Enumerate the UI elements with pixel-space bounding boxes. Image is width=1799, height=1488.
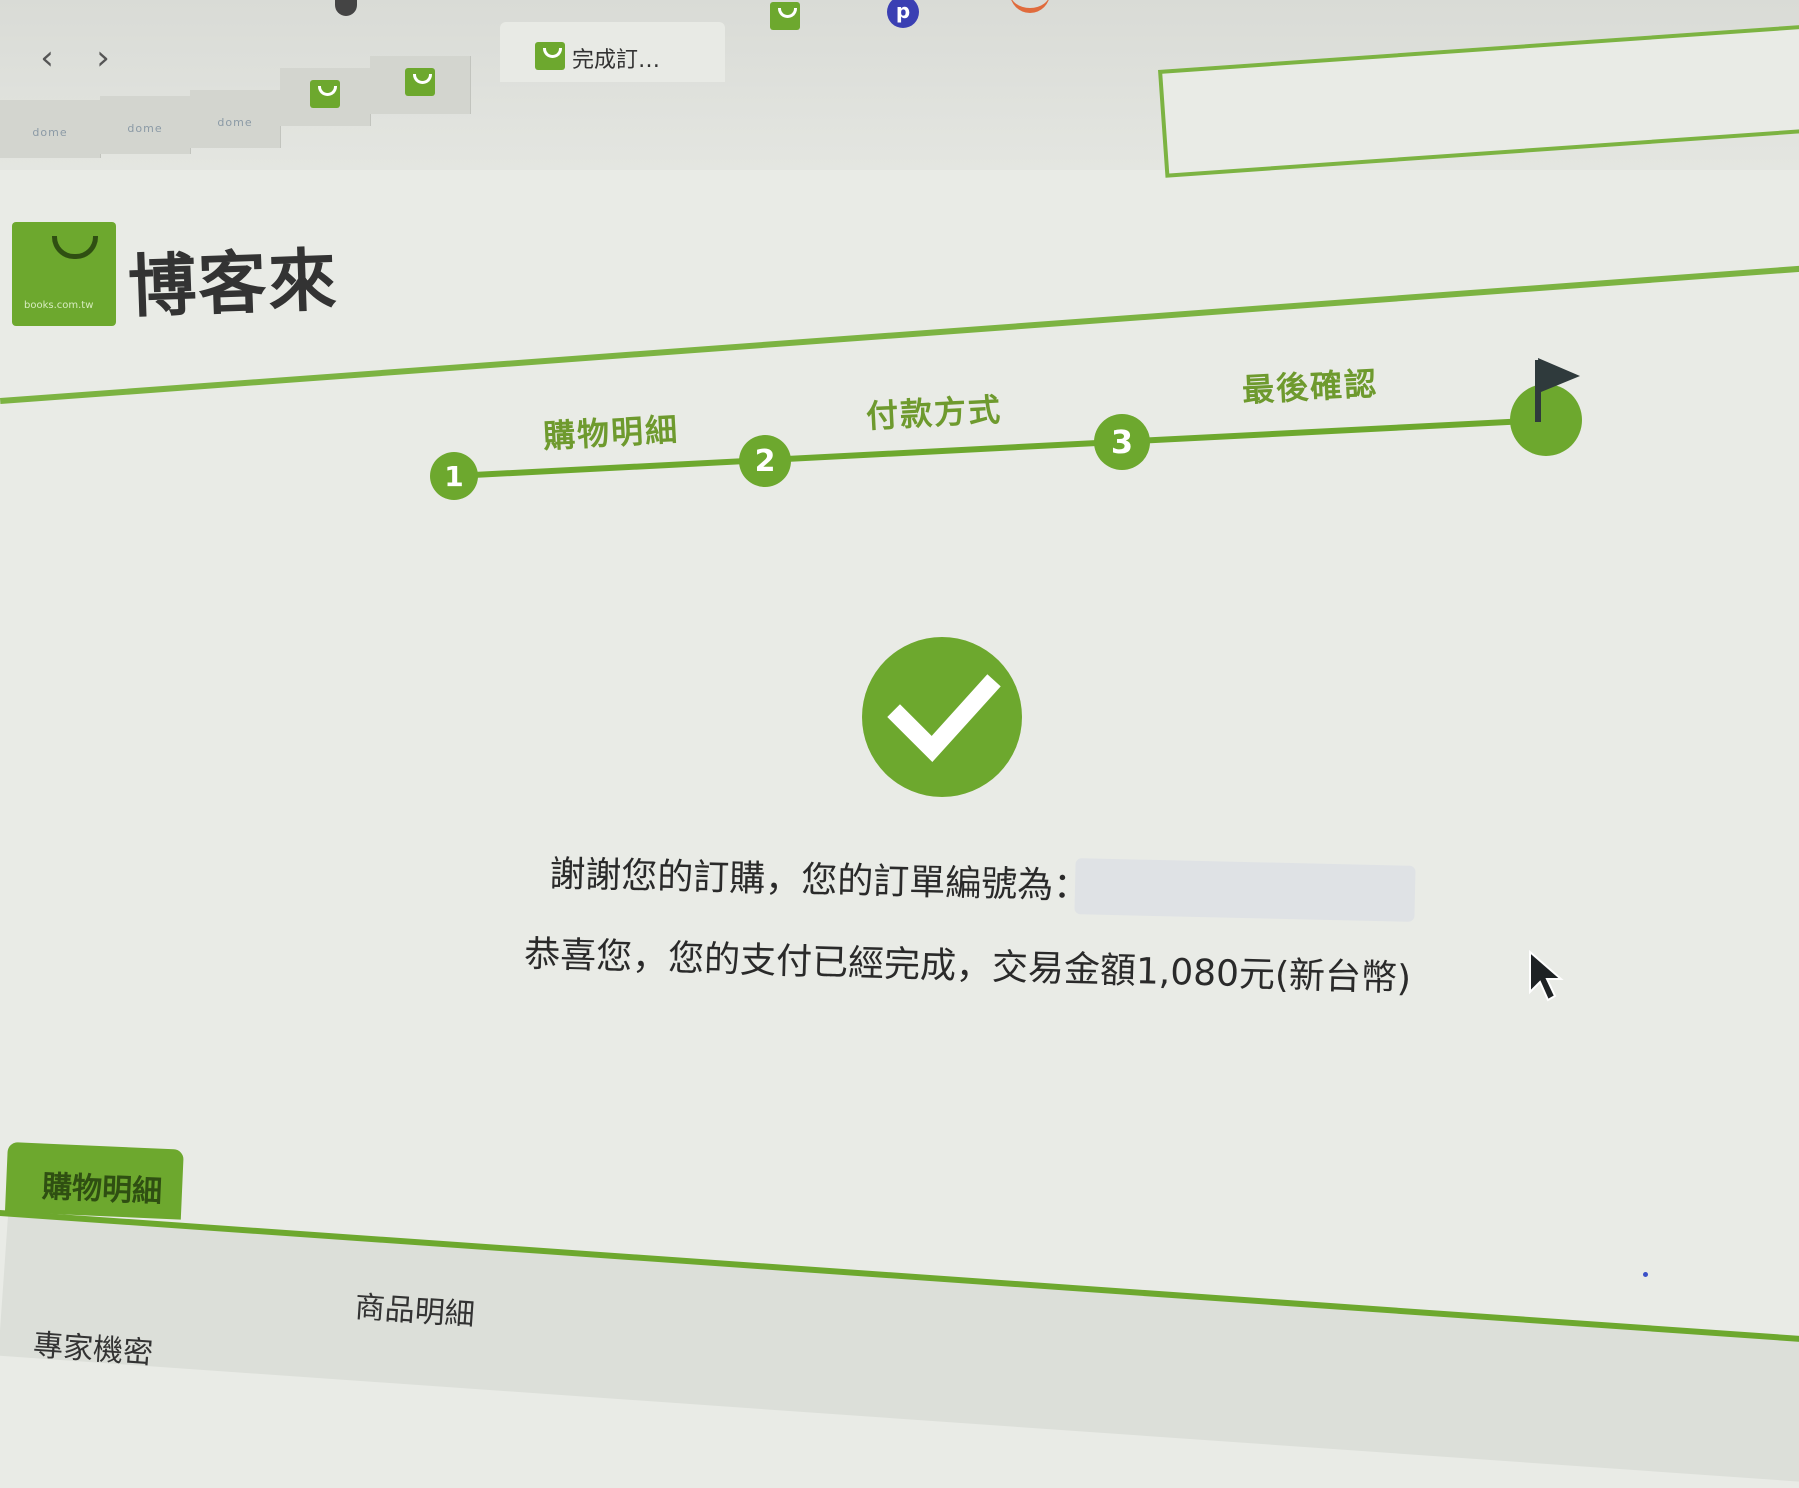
browser-tab[interactable]: dome [100,96,191,154]
logo-domain: books.com.tw [24,300,94,311]
step-1-label: 購物明細 [542,410,681,456]
details-table-header [0,1216,1799,1488]
step-2-number: 2 [755,444,776,479]
product-row: 專家機密 [32,1327,155,1372]
step-1-number: 1 [444,460,463,493]
browser-tab[interactable] [370,56,471,114]
step-2-label: 付款方式 [865,390,1004,436]
browser-tab[interactable]: dome [0,100,101,158]
books-favicon-icon [310,80,340,108]
logo-smile-icon [52,236,98,259]
books-favicon-icon [405,68,435,96]
column-header-product-details: 商品明細 [353,1289,476,1334]
success-check-icon [862,637,1022,797]
tab-shopping-details-label: 購物明細 [41,1169,163,1210]
screen-artifact [1643,1272,1648,1277]
tab-favicon: dome [217,116,253,129]
payment-complete-message: 恭喜您，您的支付已經完成，交易金額1,080元(新台幣) [523,933,1412,1000]
active-tab-title: 完成訂… [572,48,661,73]
tab-shopping-details[interactable]: 購物明細 [4,1142,184,1220]
active-browser-tab[interactable]: 完成訂… [500,22,725,82]
tab-favicon: dome [127,122,163,135]
step-final-circle [1510,384,1582,456]
step-3-label: 最後確認 [1241,364,1380,410]
tab-favicon: dome [32,126,68,139]
order-number-message: 謝謝您的訂購，您的訂單編號為： [548,853,1090,908]
browser-tab[interactable] [280,68,371,126]
books-favicon-icon [535,42,565,70]
brand-name[interactable]: 博客來 [126,224,340,330]
browser-chrome: p ‹ › dome dome dome 完成訂… [0,0,1799,178]
order-number-redacted [1074,858,1416,922]
books-logo[interactable]: books.com.tw [12,222,116,326]
browser-tab[interactable]: dome [190,90,281,148]
step-3-number: 3 [1111,423,1133,461]
mouse-cursor-icon [1529,950,1564,1002]
